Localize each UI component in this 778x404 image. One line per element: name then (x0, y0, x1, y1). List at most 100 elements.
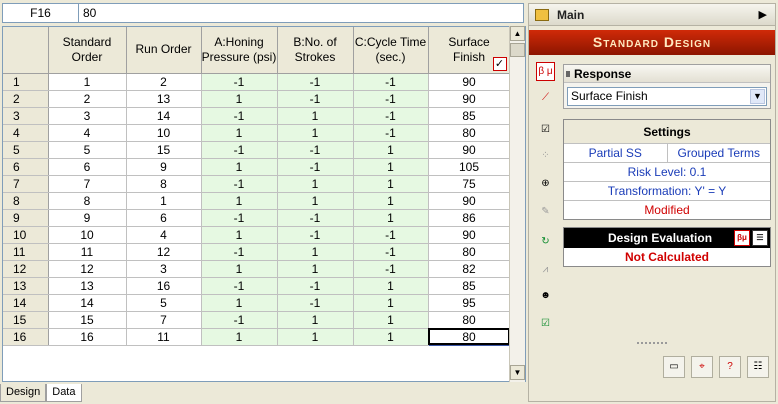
beta-mu-icon[interactable]: β μ (536, 62, 555, 81)
factor-cell[interactable]: -1 (353, 124, 429, 142)
factor-cell[interactable]: -1 (277, 294, 354, 312)
row-header[interactable]: 10 (3, 226, 49, 244)
factor-cell[interactable]: -1 (201, 209, 278, 227)
factor-cell[interactable]: 1 (201, 192, 278, 210)
factor-cell[interactable]: -1 (353, 243, 429, 261)
factor-cell[interactable]: -1 (277, 90, 354, 108)
factor-cell[interactable]: 1 (201, 260, 278, 278)
response-cell[interactable]: 90 (427, 73, 511, 91)
column-header-honing-pressure[interactable]: A:Honing Pressure (psi) (201, 27, 278, 74)
tab-design[interactable]: Design (0, 384, 47, 402)
vertical-scrollbar[interactable]: ▲ ▼ (509, 26, 525, 382)
trend-icon[interactable]: ⩘ (536, 260, 555, 279)
table-cell[interactable]: 11 (48, 243, 127, 261)
factor-cell[interactable]: 1 (201, 226, 278, 244)
table-cell[interactable]: 6 (48, 158, 127, 176)
factor-cell[interactable]: -1 (201, 243, 278, 261)
table-cell[interactable]: 2 (126, 73, 202, 91)
row-header[interactable]: 11 (3, 243, 49, 261)
target-icon[interactable]: ⊕ (536, 174, 555, 193)
table-cell[interactable]: 13 (126, 90, 202, 108)
table-cell[interactable]: 12 (48, 260, 127, 278)
factor-cell[interactable]: 1 (277, 124, 354, 142)
response-cell[interactable]: 80 (427, 124, 511, 142)
factor-cell[interactable]: 1 (353, 158, 429, 176)
chevron-down-icon[interactable]: ▼ (750, 89, 765, 104)
notes-icon[interactable]: ☷ (747, 356, 769, 378)
pencil-icon[interactable]: ✎ (536, 202, 555, 221)
response-cell[interactable]: 90 (427, 192, 511, 210)
scroll-down-icon[interactable]: ▼ (510, 365, 525, 380)
transformation-link[interactable]: Transformation: Y' = Y (564, 182, 770, 201)
table-cell[interactable]: 9 (126, 158, 202, 176)
row-header[interactable]: 1 (3, 73, 49, 91)
response-cell[interactable]: 80 (427, 243, 511, 261)
risk-level-link[interactable]: Risk Level: 0.1 (564, 163, 770, 182)
panel-expand-icon[interactable]: ▶ (759, 8, 767, 21)
row-header[interactable]: 8 (3, 192, 49, 210)
table-cell[interactable]: 11 (126, 328, 202, 346)
table-cell[interactable]: 3 (48, 107, 127, 125)
column-header-surface-finish[interactable]: Surface Finish ✓ (428, 27, 511, 74)
table-cell[interactable]: 14 (48, 294, 127, 312)
response-cell[interactable]: 80 (427, 328, 511, 346)
response-dropdown[interactable]: Surface Finish ▼ (567, 87, 767, 106)
table-cell[interactable]: 15 (126, 141, 202, 159)
row-header[interactable]: 14 (3, 294, 49, 312)
row-header[interactable]: 3 (3, 107, 49, 125)
response-cell[interactable]: 90 (427, 90, 511, 108)
scroll-up-icon[interactable]: ▲ (510, 26, 525, 41)
factor-cell[interactable]: -1 (277, 277, 354, 295)
table-cell[interactable]: 8 (48, 192, 127, 210)
refresh-y-icon[interactable]: ↻ (536, 232, 555, 251)
folder-icon[interactable]: ▭ (663, 356, 685, 378)
corner-cell[interactable] (3, 27, 49, 74)
table-cell[interactable]: 7 (126, 311, 202, 329)
factor-cell[interactable]: 1 (277, 192, 354, 210)
evaluation-beta-mu-icon[interactable]: βμ (734, 230, 750, 246)
factor-cell[interactable]: 1 (353, 311, 429, 329)
column-header-standard-order[interactable]: Standard Order (48, 27, 127, 74)
table-cell[interactable]: 9 (48, 209, 127, 227)
factor-cell[interactable]: 1 (201, 90, 278, 108)
table-cell[interactable]: 5 (126, 294, 202, 312)
factor-cell[interactable]: -1 (353, 260, 429, 278)
response-cell[interactable]: 90 (427, 226, 511, 244)
factor-cell[interactable]: 1 (277, 243, 354, 261)
row-header[interactable]: 2 (3, 90, 49, 108)
tab-data[interactable]: Data (46, 384, 82, 402)
table-cell[interactable]: 2 (48, 90, 127, 108)
checklist-ab-icon[interactable]: ☑ (536, 120, 555, 139)
report-icon[interactable]: ⌖ (691, 356, 713, 378)
row-header[interactable]: 5 (3, 141, 49, 159)
factor-cell[interactable]: 1 (353, 209, 429, 227)
people-icon[interactable]: ☻ (536, 286, 555, 305)
factor-cell[interactable]: 1 (353, 141, 429, 159)
factor-cell[interactable]: -1 (353, 90, 429, 108)
response-cell[interactable]: 95 (427, 294, 511, 312)
scroll-thumb[interactable] (510, 43, 525, 57)
factor-cell[interactable]: 1 (353, 328, 429, 346)
factor-cell[interactable]: 1 (353, 175, 429, 193)
cell-reference-box[interactable]: F16 (3, 4, 79, 22)
cell-value-input[interactable]: 80 (79, 4, 523, 22)
table-cell[interactable]: 16 (126, 277, 202, 295)
response-cell[interactable]: 105 (427, 158, 511, 176)
factor-cell[interactable]: 1 (277, 107, 354, 125)
factor-cell[interactable]: 1 (201, 124, 278, 142)
factor-cell[interactable]: 1 (353, 192, 429, 210)
factor-cell[interactable]: -1 (277, 226, 354, 244)
factor-cell[interactable]: -1 (353, 107, 429, 125)
row-header[interactable]: 13 (3, 277, 49, 295)
response-cell[interactable]: 86 (427, 209, 511, 227)
response-cell[interactable]: 90 (427, 141, 511, 159)
table-cell[interactable]: 1 (126, 192, 202, 210)
factor-cell[interactable]: 1 (201, 158, 278, 176)
column-header-cycle-time[interactable]: C:Cycle Time (sec.) (353, 27, 429, 74)
response-cell[interactable]: 82 (427, 260, 511, 278)
factor-cell[interactable]: -1 (201, 107, 278, 125)
factor-cell[interactable]: 1 (201, 328, 278, 346)
table-cell[interactable]: 10 (48, 226, 127, 244)
factor-cell[interactable]: -1 (353, 73, 429, 91)
factor-cell[interactable]: -1 (201, 141, 278, 159)
